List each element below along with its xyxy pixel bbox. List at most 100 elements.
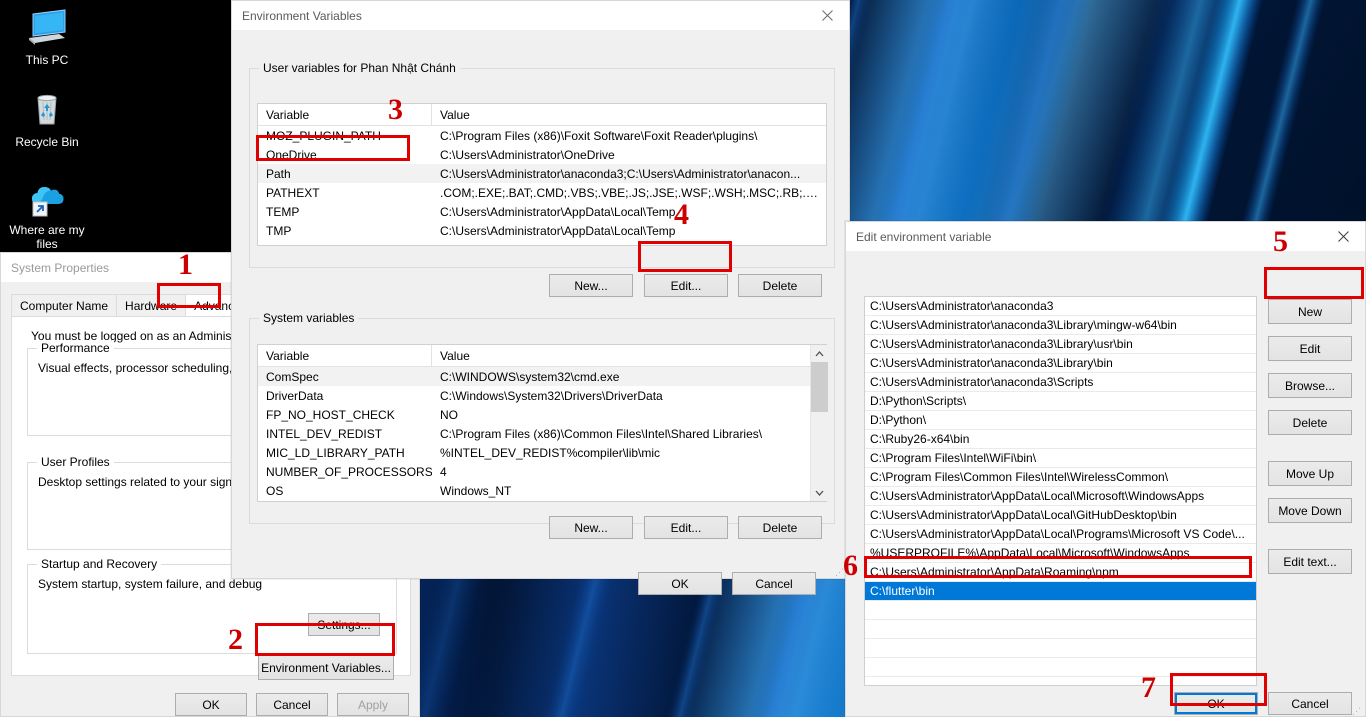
system-properties-cancel-button[interactable]: Cancel	[256, 693, 328, 716]
list-item[interactable]: C:\Users\Administrator\anaconda3\Library…	[865, 354, 1256, 373]
table-row[interactable]: NUMBER_OF_PROCESSORS 4	[258, 462, 826, 481]
table-row[interactable]: MOZ_PLUGIN_PATH C:\Program Files (x86)\Fo…	[258, 126, 826, 145]
scroll-down-icon[interactable]	[811, 484, 828, 501]
table-row[interactable]: OneDrive C:\Users\Administrator\OneDrive	[258, 145, 826, 164]
onedrive-shortcut-icon	[4, 176, 90, 220]
edit-environment-variable-ok-button[interactable]: OK	[1174, 692, 1258, 715]
list-item[interactable]: C:\Users\Administrator\AppData\Local\Pro…	[865, 525, 1256, 544]
list-item[interactable]: D:\Python\Scripts\	[865, 392, 1256, 411]
list-item[interactable]	[865, 620, 1256, 639]
system-new-button[interactable]: New...	[549, 516, 633, 539]
path-entries-rows: C:\Users\Administrator\anaconda3 C:\Users…	[865, 297, 1256, 685]
list-item[interactable]: C:\flutter\bin	[865, 582, 1256, 601]
table-row[interactable]: TMP C:\Users\Administrator\AppData\Local\…	[258, 221, 826, 240]
list-item[interactable]	[865, 601, 1256, 620]
tab-hardware[interactable]: Hardware	[116, 294, 187, 317]
scroll-up-icon[interactable]	[811, 345, 828, 362]
table-row[interactable]: INTEL_DEV_REDIST C:\Program Files (x86)\C…	[258, 424, 826, 443]
table-row[interactable]: DriverData C:\Windows\System32\Drivers\Dr…	[258, 386, 826, 405]
resize-grip[interactable]: ⋰	[1352, 706, 1362, 717]
system-edit-button[interactable]: Edit...	[644, 516, 728, 539]
table-row[interactable]: ComSpec C:\WINDOWS\system32\cmd.exe	[258, 367, 826, 386]
cell-value: C:\Users\Administrator\AppData\Local\Tem…	[440, 223, 676, 238]
system-properties-apply-button[interactable]: Apply	[337, 693, 409, 716]
delete-button[interactable]: Delete	[1268, 410, 1352, 435]
system-delete-label: Delete	[762, 520, 798, 535]
list-item[interactable]	[865, 677, 1256, 685]
cell-variable: OneDrive	[266, 147, 317, 162]
user-edit-button[interactable]: Edit...	[644, 274, 728, 297]
system-variables-listview[interactable]: Variable Value ComSpec C:\WINDOWS\system3…	[257, 344, 827, 502]
list-item[interactable]	[865, 639, 1256, 658]
list-item[interactable]: C:\Users\Administrator\AppData\Roaming\n…	[865, 563, 1256, 582]
list-item[interactable]: C:\Ruby26-x64\bin	[865, 430, 1256, 449]
browse-button[interactable]: Browse...	[1268, 373, 1352, 398]
settings-button[interactable]: Settings...	[308, 613, 380, 636]
user-variables-header: Variable Value	[258, 104, 826, 126]
move-up-button[interactable]: Move Up	[1268, 461, 1352, 486]
user-new-button[interactable]: New...	[549, 274, 633, 297]
edit-environment-variable-cancel-button[interactable]: Cancel	[1268, 692, 1352, 715]
list-item[interactable]: C:\Users\Administrator\AppData\Local\Mic…	[865, 487, 1256, 506]
cell-value: C:\Users\Administrator\anaconda3;C:\User…	[440, 166, 801, 181]
list-item[interactable]: C:\Program Files\Common Files\Intel\Wire…	[865, 468, 1256, 487]
list-item[interactable]: C:\Users\Administrator\anaconda3\Library…	[865, 335, 1256, 354]
desktop-icon-recycle-bin[interactable]: Recycle Bin	[4, 88, 90, 149]
list-item[interactable]: C:\Program Files\Intel\WiFi\bin\	[865, 449, 1256, 468]
cell-variable: Path	[266, 166, 291, 181]
path-entries-list[interactable]: C:\Users\Administrator\anaconda3 C:\Users…	[864, 296, 1257, 686]
edit-text-button[interactable]: Edit text...	[1268, 549, 1352, 574]
column-header-variable: Variable	[258, 104, 432, 125]
new-button[interactable]: New	[1268, 299, 1352, 324]
resize-grip[interactable]: ⋰	[835, 567, 845, 578]
tab-computer-name[interactable]: Computer Name	[11, 294, 118, 317]
cell-value: C:\Program Files (x86)\Foxit Software\Fo…	[440, 128, 758, 143]
performance-group-title: Performance	[37, 341, 114, 355]
user-profiles-group-title: User Profiles	[37, 455, 114, 469]
list-item[interactable]: D:\Python\	[865, 411, 1256, 430]
edit-environment-variable-titlebar: Edit environment variable	[846, 222, 1365, 251]
desktop-icon-this-pc[interactable]: This PC	[4, 6, 90, 67]
table-row[interactable]: FP_NO_HOST_CHECK NO	[258, 405, 826, 424]
tab-label: Computer Name	[20, 299, 109, 313]
close-icon[interactable]	[1321, 222, 1365, 251]
user-delete-button[interactable]: Delete	[738, 274, 822, 297]
list-item[interactable]: %USERPROFILE%\AppData\Local\Microsoft\Wi…	[865, 544, 1256, 563]
delete-button-label: Delete	[1292, 415, 1328, 430]
table-row[interactable]: MIC_LD_LIBRARY_PATH %INTEL_DEV_REDIST%com…	[258, 443, 826, 462]
table-row[interactable]: TEMP C:\Users\Administrator\AppData\Local…	[258, 202, 826, 221]
table-row[interactable]: OS Windows_NT	[258, 481, 826, 500]
edit-button-label: Edit	[1299, 341, 1321, 356]
scroll-thumb[interactable]	[811, 362, 828, 412]
user-variables-listview[interactable]: Variable Value MOZ_PLUGIN_PATH C:\Program…	[257, 103, 827, 246]
environment-variables-cancel-button[interactable]: Cancel	[732, 572, 816, 595]
apply-label: Apply	[357, 697, 389, 712]
table-row[interactable]: PATHEXT .COM;.EXE;.BAT;.CMD;.VBS;.VBE;.JS…	[258, 183, 826, 202]
list-item[interactable]	[865, 658, 1256, 677]
settings-button-label: Settings...	[317, 617, 371, 632]
environment-variables-ok-button[interactable]: OK	[638, 572, 722, 595]
list-item[interactable]: C:\Users\Administrator\anaconda3	[865, 297, 1256, 316]
cell-variable: TMP	[266, 223, 292, 238]
system-variables-scrollbar[interactable]	[810, 345, 828, 501]
cell-value: C:\Windows\System32\Drivers\DriverData	[440, 388, 663, 403]
desktop-icon-label: This PC	[25, 53, 69, 67]
user-variables-group-title: User variables for Phan Nhật Chánh	[259, 61, 460, 75]
system-delete-button[interactable]: Delete	[738, 516, 822, 539]
list-item[interactable]: C:\Users\Administrator\anaconda3\Library…	[865, 316, 1256, 335]
system-properties-ok-button[interactable]: OK	[175, 693, 247, 716]
table-row[interactable]: Path C:\Users\Administrator\anaconda3;C:\…	[258, 164, 826, 183]
move-down-button[interactable]: Move Down	[1268, 498, 1352, 523]
list-item[interactable]: C:\Users\Administrator\anaconda3\Scripts	[865, 373, 1256, 392]
environment-variables-button[interactable]: Environment Variables...	[258, 655, 394, 680]
cell-value: Windows_NT	[440, 483, 512, 498]
edit-button[interactable]: Edit	[1268, 336, 1352, 361]
cell-variable: TEMP	[266, 204, 300, 219]
list-item[interactable]: C:\Users\Administrator\AppData\Local\Git…	[865, 506, 1256, 525]
close-icon[interactable]	[805, 1, 849, 30]
desktop-icon-label: Recycle Bin	[15, 135, 79, 149]
cell-value: .COM;.EXE;.BAT;.CMD;.VBS;.VBE;.JS;.JSE;.…	[440, 185, 826, 200]
cell-variable: NUMBER_OF_PROCESSORS	[266, 464, 432, 479]
tab-label: Hardware	[125, 299, 178, 313]
desktop-icon-where-are-my-files[interactable]: Where are my files	[4, 176, 90, 251]
